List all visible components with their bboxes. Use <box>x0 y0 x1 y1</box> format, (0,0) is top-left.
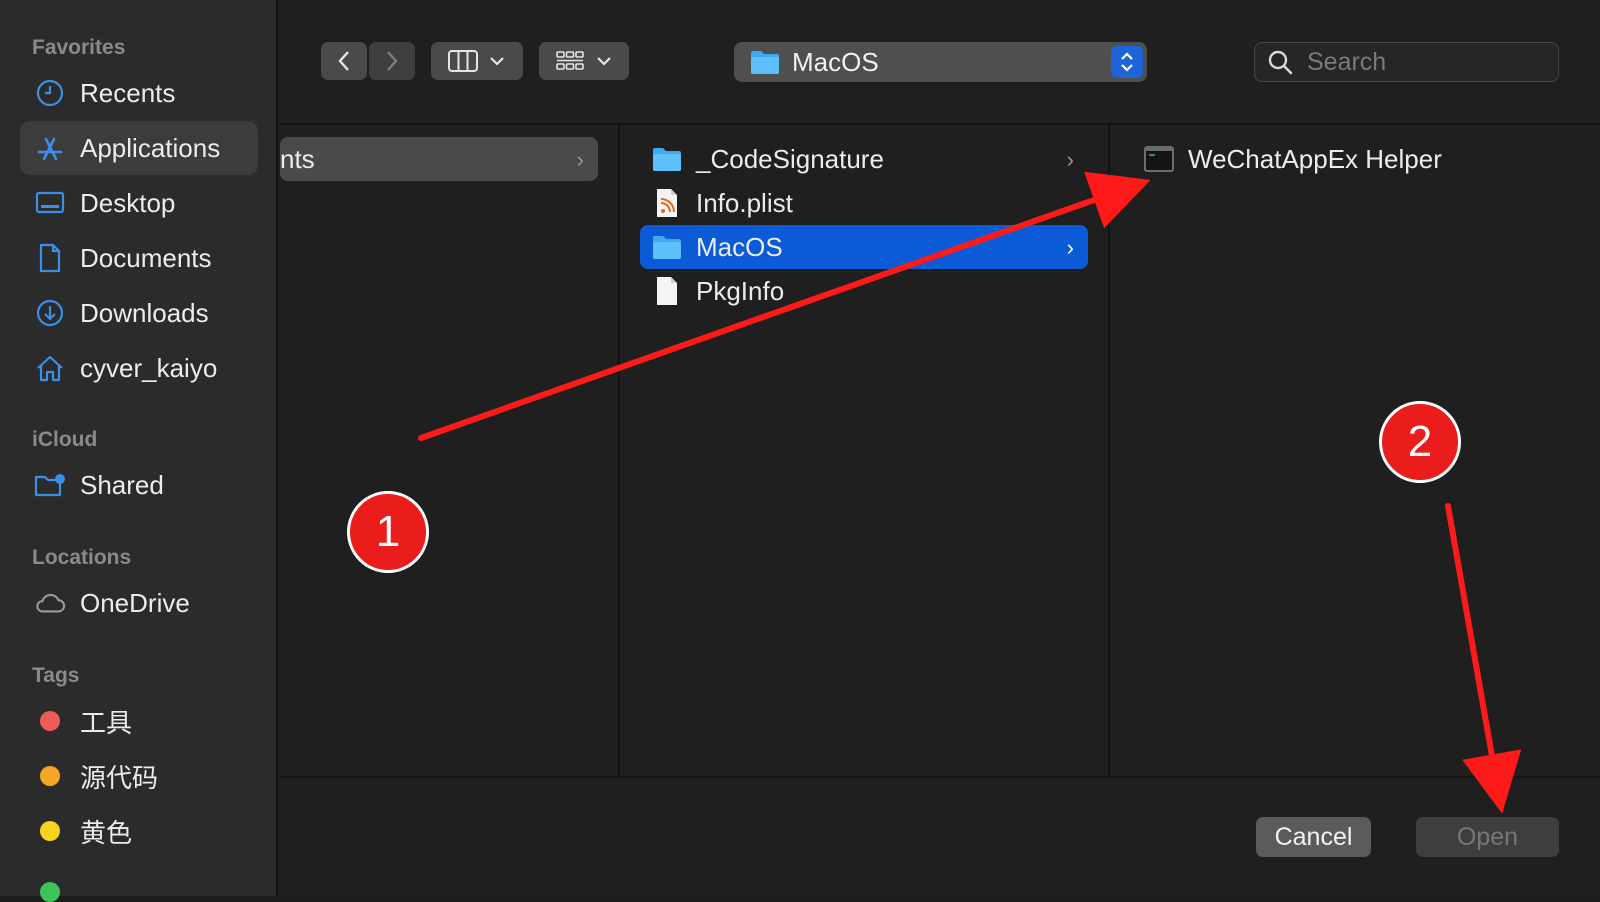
sidebar-item-tag-yellow[interactable]: 黄色 <box>20 804 258 858</box>
row-label: nts <box>280 143 315 174</box>
tag-color-dot <box>40 711 60 731</box>
row-label: PkgInfo <box>696 275 785 306</box>
group-button[interactable] <box>539 42 629 80</box>
sidebar-item-home[interactable]: cyver_kaiyo <box>20 341 258 395</box>
sidebar-item-label: OneDrive <box>80 587 190 618</box>
row-label: Info.plist <box>696 187 793 218</box>
chevron-down-icon <box>597 57 611 66</box>
sidebar-item-tag-source[interactable]: 源代码 <box>20 749 258 803</box>
file-icon <box>652 276 682 306</box>
arrow-2 <box>1445 503 1522 814</box>
column-divider <box>618 124 620 776</box>
sidebar: Favorites Recents Applications Desktop D… <box>0 0 278 902</box>
tag-color-dot <box>40 821 60 841</box>
sidebar-section-icloud: iCloud <box>32 428 98 451</box>
column-row-infoplist[interactable]: Info.plist <box>640 181 1088 225</box>
tag-color-dot <box>40 766 60 786</box>
sidebar-section-tags: Tags <box>32 664 80 687</box>
step-badge-1: 1 <box>347 491 429 573</box>
sidebar-item-label: cyver_kaiyo <box>80 352 218 383</box>
search-icon <box>1268 50 1293 75</box>
column-row-macos[interactable]: MacOS › <box>640 225 1088 269</box>
path-popup-label: MacOS <box>792 46 879 77</box>
folder-icon <box>652 144 682 174</box>
toolbar-divider <box>280 123 1600 125</box>
forward-button[interactable] <box>369 42 415 80</box>
plist-file-icon <box>652 188 682 218</box>
sidebar-item-documents[interactable]: Documents <box>20 231 258 285</box>
open-button[interactable]: Open <box>1416 817 1559 857</box>
home-icon <box>34 352 66 384</box>
download-icon <box>34 297 66 329</box>
sidebar-item-onedrive[interactable]: OneDrive <box>20 576 258 630</box>
cloud-icon <box>34 587 66 619</box>
sidebar-item-recents[interactable]: Recents <box>20 66 258 120</box>
sidebar-item-tag-tools[interactable]: 工具 <box>20 694 258 748</box>
sidebar-item-applications[interactable]: Applications <box>20 121 258 175</box>
row-label: MacOS <box>696 231 783 262</box>
chevron-right-icon: › <box>1066 147 1074 172</box>
column-row-wechatappex-helper[interactable]: WeChatAppEx Helper <box>1130 137 1570 181</box>
sidebar-item-label: Shared <box>80 469 164 500</box>
column-divider <box>1108 124 1110 776</box>
shared-folder-icon <box>34 469 66 501</box>
search-input[interactable] <box>1305 46 1549 78</box>
search-field[interactable] <box>1254 42 1559 82</box>
sidebar-item-label: Documents <box>80 242 212 273</box>
tag-color-dot-partial <box>40 882 60 902</box>
sidebar-item-label: Desktop <box>80 187 176 218</box>
sidebar-item-label: Recents <box>80 77 176 108</box>
chevron-right-icon: › <box>1066 235 1074 260</box>
sidebar-item-label: Applications <box>80 132 221 163</box>
folder-icon <box>652 232 682 262</box>
column-row-pkginfo[interactable]: PkgInfo <box>640 269 1088 313</box>
sidebar-item-shared[interactable]: Shared <box>20 458 258 512</box>
sidebar-item-desktop[interactable]: Desktop <box>20 176 258 230</box>
terminal-executable-icon <box>1144 144 1174 174</box>
chevron-right-icon: › <box>576 147 584 172</box>
footer-divider <box>280 776 1600 778</box>
row-label: WeChatAppEx Helper <box>1188 143 1442 174</box>
columns-icon <box>448 50 478 72</box>
step-badge-2: 2 <box>1379 401 1461 483</box>
view-mode-button[interactable] <box>431 42 523 80</box>
column-row[interactable]: nts › <box>280 137 598 181</box>
file-open-dialog: Favorites Recents Applications Desktop D… <box>0 0 1600 902</box>
chevron-left-icon <box>338 51 349 71</box>
clock-icon <box>34 77 66 109</box>
sidebar-item-label: 工具 <box>80 707 133 738</box>
sidebar-item-label: 黄色 <box>80 817 133 848</box>
sidebar-item-label: 源代码 <box>80 762 159 793</box>
back-button[interactable] <box>321 42 367 80</box>
column-row-codesignature[interactable]: _CodeSignature › <box>640 137 1088 181</box>
cancel-button[interactable]: Cancel <box>1256 817 1371 857</box>
chevron-down-icon <box>490 57 504 66</box>
sidebar-item-label: Downloads <box>80 297 209 328</box>
grid-icon <box>556 51 584 70</box>
folder-icon <box>751 51 779 74</box>
sidebar-section-locations: Locations <box>32 546 132 569</box>
document-icon <box>34 242 66 274</box>
sidebar-item-downloads[interactable]: Downloads <box>20 286 258 340</box>
chevron-right-icon <box>387 51 398 71</box>
path-popup[interactable]: MacOS <box>734 42 1147 82</box>
stepper-arrows-icon <box>1111 46 1143 78</box>
row-label: _CodeSignature <box>696 143 884 174</box>
app-store-icon <box>34 132 66 164</box>
sidebar-section-favorites: Favorites <box>32 36 126 59</box>
desktop-icon <box>34 187 66 219</box>
